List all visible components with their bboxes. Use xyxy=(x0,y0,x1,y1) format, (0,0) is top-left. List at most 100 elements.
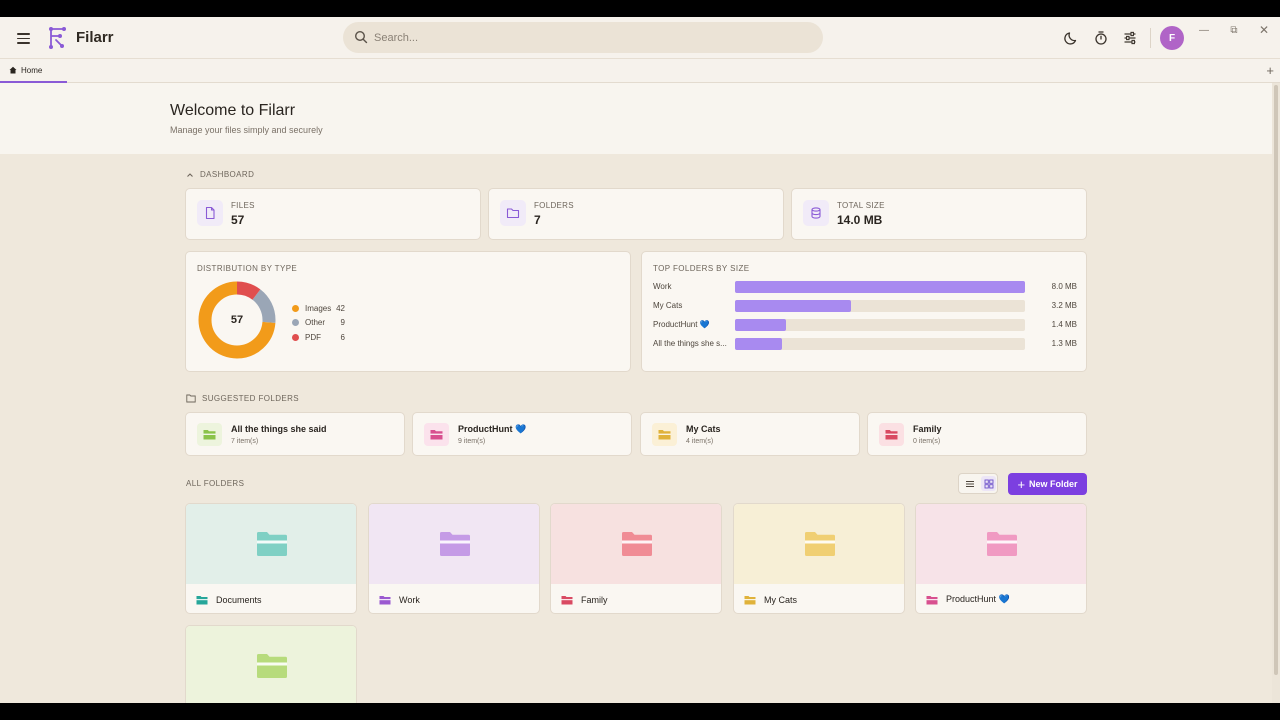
suggested-folder-card[interactable]: All the things she said 7 item(s) xyxy=(185,412,405,456)
search-icon xyxy=(354,30,368,44)
folder-card[interactable]: ProductHunt 💙 xyxy=(915,503,1087,614)
large-folder-icon xyxy=(440,532,470,556)
donut-total: 57 xyxy=(230,314,244,326)
folder-card-preview xyxy=(551,504,721,584)
legend-label: PDF xyxy=(305,332,321,342)
folder-card[interactable]: My Cats xyxy=(733,503,905,614)
folder-card-preview xyxy=(916,504,1086,584)
top-folders-title: TOP FOLDERS BY SIZE xyxy=(653,264,750,273)
folder-icon xyxy=(424,423,449,446)
menu-icon[interactable] xyxy=(14,28,34,48)
legend-dot xyxy=(292,304,299,312)
welcome-banner: Welcome to Filarr Manage your files simp… xyxy=(0,83,1272,154)
large-folder-icon xyxy=(805,532,835,556)
folder-card-preview xyxy=(186,504,356,584)
size-bar-fill xyxy=(735,281,1025,293)
legend-label: Images xyxy=(305,303,332,313)
large-folder-icon xyxy=(987,532,1017,556)
legend-count: 6 xyxy=(340,332,345,342)
folder-size-row: All the things she s... 1.3 MB xyxy=(653,338,1077,350)
size-bar-track xyxy=(735,338,1025,350)
folder-card-footer: Work xyxy=(369,584,539,613)
legend-item: Other 9 xyxy=(292,316,345,331)
maximize-window-icon[interactable]: ⧉ xyxy=(1224,21,1244,39)
plus-icon: + xyxy=(1017,476,1026,492)
app-window: Filarr F — ⧉ ✕ xyxy=(0,17,1280,703)
all-folders-heading: ALL FOLDERS xyxy=(186,479,244,488)
vertical-scrollbar[interactable] xyxy=(1272,83,1280,703)
folder-size-value: 1.4 MB xyxy=(1051,320,1077,329)
app-name: Filarr xyxy=(76,29,114,46)
suggested-folder-name: My Cats xyxy=(686,424,721,434)
folder-size-name: My Cats xyxy=(653,301,683,310)
stat-value: 57 xyxy=(231,213,245,227)
folder-name: My Cats xyxy=(764,594,798,605)
folder-icon xyxy=(926,595,938,604)
suggested-folder-name: ProductHunt 💙 xyxy=(458,424,527,434)
scrollbar-thumb[interactable] xyxy=(1274,85,1278,675)
dark-mode-moon-icon[interactable] xyxy=(1063,29,1081,47)
total-size-stat-card: TOTAL SIZE 14.0 MB xyxy=(791,188,1087,240)
suggested-folders-heading: SUGGESTED FOLDERS xyxy=(186,394,299,403)
timer-icon[interactable] xyxy=(1092,29,1110,47)
suggested-folder-count: 0 item(s) xyxy=(913,438,941,445)
folder-icon xyxy=(196,595,208,604)
suggested-folder-card[interactable]: My Cats 4 item(s) xyxy=(640,412,860,456)
user-avatar[interactable]: F xyxy=(1160,26,1184,50)
folder-card[interactable] xyxy=(185,625,357,703)
grid-view-icon[interactable] xyxy=(981,476,996,491)
folder-card-footer: Documents xyxy=(186,584,356,613)
title-bar: Filarr F — ⧉ ✕ xyxy=(0,17,1280,59)
size-bar-fill xyxy=(735,300,851,312)
size-bar-fill xyxy=(735,338,783,350)
stat-value: 14.0 MB xyxy=(837,213,883,227)
size-bar-track xyxy=(735,319,1025,331)
folder-card-preview xyxy=(369,504,539,584)
settings-sliders-icon[interactable] xyxy=(1121,29,1139,47)
dashboard-section-toggle[interactable]: DASHBOARD xyxy=(186,170,254,179)
stat-label: TOTAL SIZE xyxy=(837,201,885,210)
suggested-folder-count: 9 item(s) xyxy=(458,438,486,445)
folder-icon xyxy=(652,423,677,446)
welcome-title: Welcome to Filarr xyxy=(170,102,296,119)
suggested-folder-card[interactable]: ProductHunt 💙 9 item(s) xyxy=(412,412,632,456)
legend-item: PDF 6 xyxy=(292,330,345,345)
list-view-icon[interactable] xyxy=(962,476,977,491)
size-bar-track xyxy=(735,300,1025,312)
folder-card[interactable]: Documents xyxy=(185,503,357,614)
folder-icon xyxy=(561,595,573,604)
suggested-folder-name: All the things she said xyxy=(231,424,327,434)
folders-stat-card: FOLDERS 7 xyxy=(488,188,784,240)
home-icon xyxy=(9,66,17,74)
folder-card-footer: My Cats xyxy=(734,584,904,613)
folder-name: ProductHunt 💙 xyxy=(946,594,1010,604)
tab-home[interactable]: Home xyxy=(0,59,67,83)
legend-count: 9 xyxy=(340,318,345,328)
new-folder-button[interactable]: + New Folder xyxy=(1008,473,1087,495)
folder-card-footer: Family xyxy=(551,584,721,613)
files-stat-card: FILES 57 xyxy=(185,188,481,240)
distribution-legend: Images 42 Other 9 PDF 6 xyxy=(292,301,345,345)
new-tab-plus-icon[interactable]: + xyxy=(1266,63,1274,78)
folder-card[interactable]: Work xyxy=(368,503,540,614)
search-input[interactable] xyxy=(374,28,804,47)
folder-icon xyxy=(197,423,222,446)
suggested-label: SUGGESTED FOLDERS xyxy=(202,394,300,403)
dashboard-label: DASHBOARD xyxy=(200,170,255,179)
folder-card-preview xyxy=(734,504,904,584)
folder-card[interactable]: Family xyxy=(550,503,722,614)
folder-size-value: 8.0 MB xyxy=(1051,282,1077,291)
suggested-folder-count: 4 item(s) xyxy=(686,438,714,445)
search-bar[interactable] xyxy=(343,22,823,53)
size-bar-track xyxy=(735,281,1025,293)
new-folder-label: New Folder xyxy=(1029,479,1078,489)
suggested-folder-card[interactable]: Family 0 item(s) xyxy=(867,412,1087,456)
database-icon xyxy=(803,200,829,226)
folder-icon xyxy=(744,595,756,604)
size-bar-fill xyxy=(735,319,786,331)
all-folders-label: ALL FOLDERS xyxy=(186,479,245,488)
close-window-icon[interactable]: ✕ xyxy=(1254,21,1274,39)
folder-size-value: 3.2 MB xyxy=(1051,301,1077,310)
tab-label: Home xyxy=(21,65,43,75)
minimize-window-icon[interactable]: — xyxy=(1194,21,1214,39)
